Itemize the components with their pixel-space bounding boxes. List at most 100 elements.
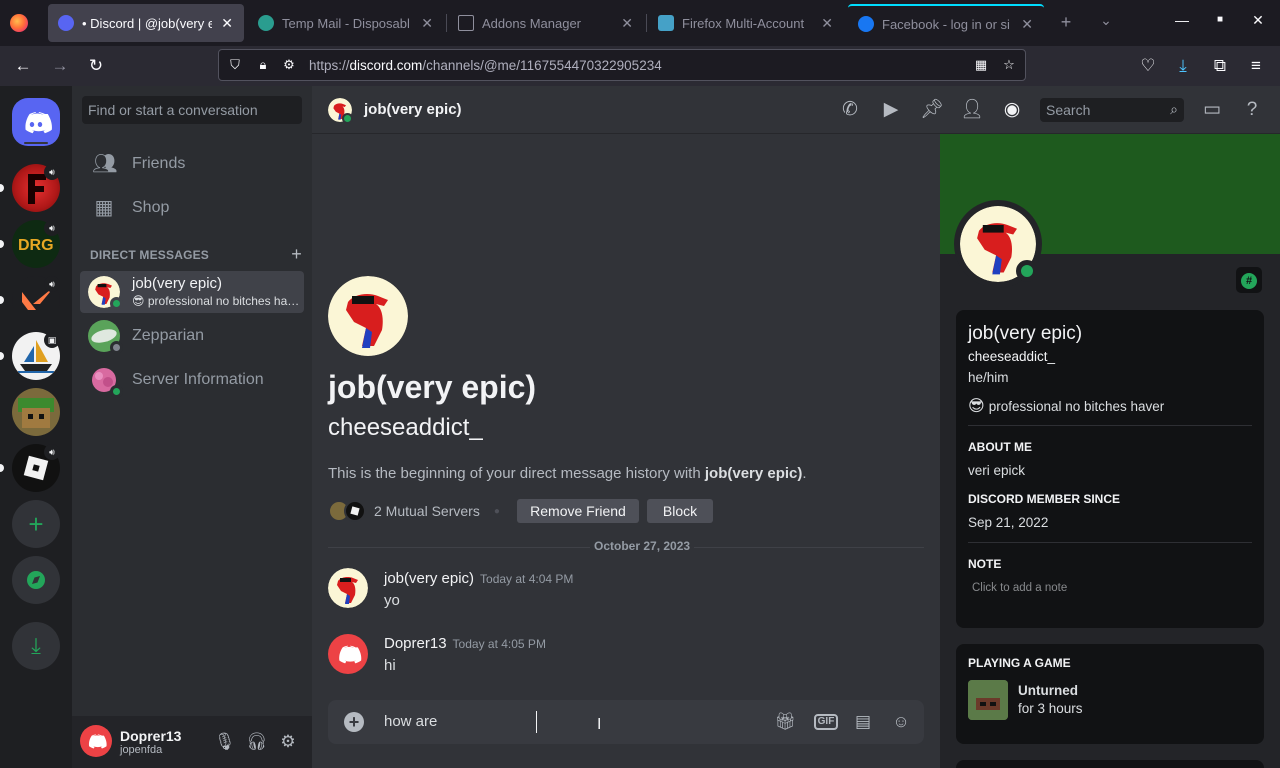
profile-custom-status: 😎 professional no bitches haver xyxy=(968,396,1164,416)
message-author[interactable]: job(very epic) xyxy=(384,570,474,587)
mutual-server-icon xyxy=(344,500,366,522)
more-profile-card xyxy=(956,760,1264,768)
add-friends-to-dm-icon[interactable]: 👤︎ xyxy=(960,99,984,121)
current-username: Doprer13 xyxy=(120,728,182,744)
inbox-icon[interactable]: ▭ xyxy=(1201,99,1223,121)
unread-pill xyxy=(0,184,4,192)
unread-pill xyxy=(0,352,4,360)
find-conversation-button[interactable]: Find or start a conversation xyxy=(82,96,302,124)
message-avatar[interactable] xyxy=(328,568,368,608)
text-caret xyxy=(536,711,537,733)
firefox-icon[interactable] xyxy=(10,14,28,32)
remove-friend-button[interactable]: Remove Friend xyxy=(517,499,639,523)
reload-icon[interactable]: ↻ xyxy=(85,55,107,77)
close-tab-icon[interactable]: ✕ xyxy=(820,15,834,32)
user-profile-panel: # job(very epic) cheeseaddict_ he/him 😎 … xyxy=(940,134,1280,768)
new-tab-button[interactable]: + xyxy=(1056,12,1076,33)
intro-description: This is the beginning of your direct mes… xyxy=(328,465,807,482)
back-arrow-icon[interactable]: ← xyxy=(12,55,34,77)
message-author[interactable]: Doprer13 xyxy=(384,635,447,652)
search-input[interactable]: Search ⌕ xyxy=(1040,98,1184,122)
hide-user-profile-icon[interactable]: ◉ xyxy=(1001,99,1023,121)
voice-call-icon[interactable]: ✆ xyxy=(839,99,861,121)
close-tab-icon[interactable]: ✕ xyxy=(620,15,634,32)
message-input-text[interactable]: how are xyxy=(384,713,437,730)
minimize-window-icon[interactable]: — xyxy=(1172,12,1192,28)
gif-button[interactable]: GIF xyxy=(814,714,838,730)
permissions-icon[interactable]: ⚙ xyxy=(281,57,297,73)
dm-item-job-very-epic[interactable]: job(very epic) 😎 professional no bitches… xyxy=(80,271,304,313)
pocket-icon[interactable]: ♡ xyxy=(1137,55,1159,77)
message-composer[interactable]: + how are 🎁︎ GIF ▤ ☺ xyxy=(328,700,924,744)
friends-nav-item[interactable]: 👥︎ Friends xyxy=(80,143,304,185)
profile-display-name: job(very epic) xyxy=(968,323,1083,344)
pinned-messages-icon[interactable]: 📌︎ xyxy=(920,99,944,121)
dm-item-server-information[interactable]: Server Information xyxy=(80,359,304,401)
close-tab-icon[interactable]: ✕ xyxy=(420,15,434,32)
url-host: discord.com xyxy=(349,58,423,73)
create-dm-plus-icon[interactable]: + xyxy=(291,244,302,265)
forward-arrow-icon[interactable]: → xyxy=(49,55,71,77)
about-me-header: ABOUT ME xyxy=(968,440,1032,454)
puzzle-piece-icon xyxy=(458,15,474,31)
user-avatar[interactable] xyxy=(80,725,112,757)
mute-microphone-icon[interactable]: 🎙︎ xyxy=(214,732,236,752)
voice-speaker-icon: 🔊︎ xyxy=(44,444,60,460)
online-status-dot xyxy=(1016,260,1038,282)
menu-hamburger-icon[interactable]: ≡ xyxy=(1245,55,1267,77)
dm-item-status: 😎 professional no bitches haver xyxy=(132,294,300,308)
chat-area: job(very epic) cheeseaddict_ This is the… xyxy=(312,86,940,768)
dm-item-zepparian[interactable]: Zepparian xyxy=(80,315,304,357)
message-avatar[interactable] xyxy=(328,634,368,674)
browser-tab-bar: • Discord | @job(very ep ✕ Temp Mail - D… xyxy=(0,0,1280,46)
extensions-icon[interactable]: ⧉ xyxy=(1209,55,1231,77)
shop-icon: ▦ xyxy=(94,197,114,219)
tab-discord[interactable]: • Discord | @job(very ep ✕ xyxy=(48,4,244,42)
qr-code-icon[interactable]: ▦ xyxy=(973,57,989,73)
emoji-icon[interactable]: ☺ xyxy=(890,711,912,733)
message-timestamp: Today at 4:05 PM xyxy=(452,637,546,651)
sunglasses-emoji-icon: 😎 xyxy=(968,398,985,415)
tab-addons-manager[interactable]: Addons Manager ✕ xyxy=(448,4,644,42)
url-path: /channels/@me/1167554470322905234 xyxy=(422,58,662,73)
video-call-icon[interactable]: ▶ xyxy=(880,99,902,121)
gift-icon[interactable]: 🎁︎ xyxy=(774,711,796,733)
discord-logo-icon xyxy=(25,112,52,134)
direct-messages-home-button[interactable] xyxy=(12,98,60,146)
shop-nav-item[interactable]: ▦ Shop xyxy=(80,187,304,229)
divider xyxy=(968,542,1252,543)
note-input[interactable]: Click to add a note xyxy=(972,582,1067,594)
download-apps-icon[interactable]: ⤓ xyxy=(12,622,60,670)
close-window-icon[interactable]: ✕ xyxy=(1248,12,1268,29)
shield-icon[interactable]: ⛉ xyxy=(227,57,243,73)
maximize-window-icon[interactable]: ■ xyxy=(1210,14,1230,25)
temp-mail-favicon-icon xyxy=(258,15,274,31)
lock-icon[interactable]: 🔒︎ xyxy=(255,57,271,73)
bookmark-star-icon[interactable]: ☆ xyxy=(1001,57,1017,73)
headphones-icon[interactable]: 🎧︎ xyxy=(246,732,268,752)
unread-pill xyxy=(0,240,4,248)
voice-speaker-icon: 🔊︎ xyxy=(44,164,60,180)
help-icon[interactable]: ? xyxy=(1241,99,1263,121)
sticker-icon[interactable]: ▤ xyxy=(852,711,874,733)
user-settings-gear-icon[interactable]: ⚙ xyxy=(278,732,298,752)
tab-temp-mail[interactable]: Temp Mail - Disposabl ✕ xyxy=(248,4,444,42)
explore-compass-icon[interactable] xyxy=(12,556,60,604)
mutual-servers-button[interactable]: 2 Mutual Servers ● xyxy=(328,499,514,523)
tab-separator xyxy=(446,14,447,32)
downloads-icon[interactable]: ⤓ xyxy=(1172,55,1194,77)
current-user-tag: jopenfda xyxy=(120,744,163,756)
server-icon-creature[interactable] xyxy=(12,388,60,436)
close-tab-icon[interactable]: ✕ xyxy=(220,15,234,32)
tab-facebook[interactable]: Facebook - log in or si ✕ xyxy=(848,4,1044,42)
list-tabs-chevron-icon[interactable]: ⌄ xyxy=(1096,12,1116,29)
search-placeholder: Search xyxy=(1046,102,1091,118)
add-server-plus-icon[interactable]: + xyxy=(12,500,60,548)
hashtag-badge-icon[interactable]: # xyxy=(1236,267,1262,293)
tab-multi-account[interactable]: Firefox Multi-Account ✕ xyxy=(648,4,844,42)
svg-text:DRG: DRG xyxy=(18,237,54,254)
close-tab-icon[interactable]: ✕ xyxy=(1020,16,1034,33)
url-bar[interactable]: ⛉ 🔒︎ ⚙ https://discord.com/channels/@me/… xyxy=(218,49,1026,81)
block-button[interactable]: Block xyxy=(647,499,713,523)
upload-plus-icon[interactable]: + xyxy=(344,712,364,732)
